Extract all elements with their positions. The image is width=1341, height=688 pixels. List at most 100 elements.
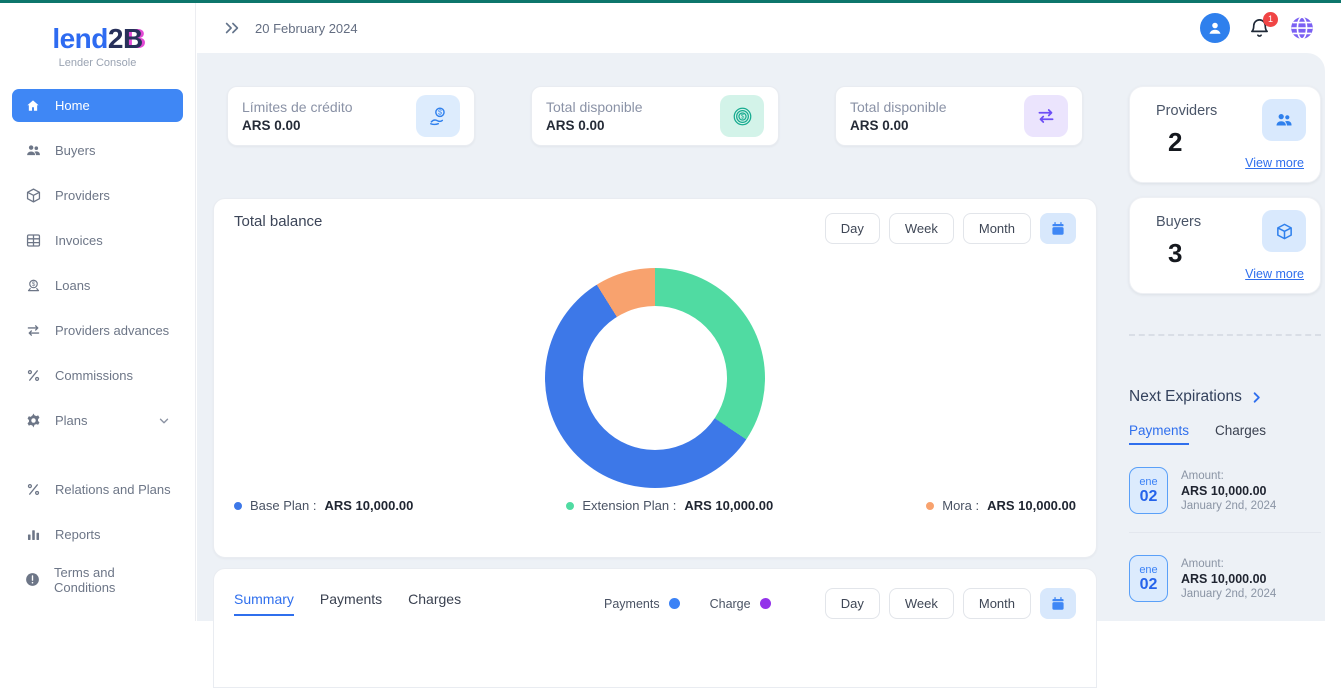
week-button[interactable]: Week <box>889 213 954 244</box>
top-accent-line <box>0 0 1341 3</box>
summary-cards-row: Límites de crédito ARS 0.00 $ Total disp… <box>227 86 1083 146</box>
card-value: ARS 0.00 <box>546 118 643 133</box>
sidebar-item-reports[interactable]: Reports <box>12 518 183 551</box>
next-expirations-label: Next Expirations <box>1129 388 1242 406</box>
card-value: ARS 0.00 <box>850 118 947 133</box>
dashed-divider <box>1129 334 1321 336</box>
sidebar-item-providers[interactable]: Providers <box>12 179 183 212</box>
sidebar-nav: Home Buyers Providers Invoices $ Loans P… <box>0 89 195 596</box>
week-button[interactable]: Week <box>889 588 954 619</box>
sidebar-item-terms-and-conditions[interactable]: Terms and Conditions <box>12 563 183 596</box>
legend-dot-icon <box>234 502 242 510</box>
month-button[interactable]: Month <box>963 588 1031 619</box>
legend-value: ARS 10,000.00 <box>684 498 773 513</box>
month-button[interactable]: Month <box>963 213 1031 244</box>
badge-day: 02 <box>1140 576 1158 594</box>
legend-label: Payments <box>604 597 660 611</box>
expiration-item[interactable]: ene 02 Amount: ARS 10,000.00 January 2nd… <box>1129 555 1321 602</box>
view-more-link[interactable]: View more <box>1245 156 1304 170</box>
chevron-right-icon <box>1249 390 1264 405</box>
next-expirations-title[interactable]: Next Expirations <box>1129 388 1321 406</box>
person-icon <box>1206 19 1224 37</box>
summary-range-buttons: Day Week Month <box>825 588 1076 619</box>
double-chevron-right-icon[interactable] <box>223 19 241 37</box>
divider <box>1129 532 1321 533</box>
day-button[interactable]: Day <box>825 213 880 244</box>
notifications-button[interactable]: 1 <box>1248 17 1271 40</box>
sidebar-item-invoices[interactable]: Invoices <box>12 224 183 257</box>
tab-payments[interactable]: Payments <box>1129 423 1189 445</box>
amount-label: Amount: <box>1181 470 1276 482</box>
credit-limits-card: Límites de crédito ARS 0.00 $ <box>227 86 475 146</box>
card-value: ARS 0.00 <box>242 118 353 133</box>
amount-value: ARS 10,000.00 <box>1181 572 1276 586</box>
payments-dot-icon <box>669 598 680 609</box>
expiration-date: January 2nd, 2024 <box>1181 500 1276 512</box>
view-more-link[interactable]: View more <box>1245 267 1304 281</box>
language-button[interactable] <box>1289 15 1315 41</box>
buyers-stat-card: Buyers 3 View more <box>1129 197 1321 294</box>
day-button[interactable]: Day <box>825 588 880 619</box>
logo-part-b: B <box>123 23 143 54</box>
sidebar-item-label: Loans <box>55 278 90 293</box>
sidebar-item-label: Buyers <box>55 143 95 158</box>
sidebar-item-loans[interactable]: $ Loans <box>12 269 183 302</box>
amount-label: Amount: <box>1181 558 1276 570</box>
sidebar-item-label: Terms and Conditions <box>54 565 171 595</box>
sidebar-item-label: Commissions <box>55 368 133 383</box>
expiration-item[interactable]: ene 02 Amount: ARS 10,000.00 January 2nd… <box>1129 467 1321 514</box>
sidebar-item-relations-and-plans[interactable]: Relations and Plans <box>12 473 183 506</box>
sidebar: lend2B Lender Console Home Buyers Provid… <box>0 3 196 621</box>
coins-icon: $ <box>720 95 764 137</box>
bar-chart-icon <box>24 526 42 543</box>
expiration-date: January 2nd, 2024 <box>1181 588 1276 600</box>
sidebar-item-buyers[interactable]: Buyers <box>12 134 183 167</box>
topbar: 20 February 2024 1 <box>197 3 1341 53</box>
date-badge: ene 02 <box>1129 467 1168 514</box>
sidebar-item-label: Plans <box>55 413 88 428</box>
content-area: Límites de crédito ARS 0.00 $ Total disp… <box>197 53 1325 621</box>
tab-charges[interactable]: Charges <box>1215 423 1266 445</box>
logo-subtitle: Lender Console <box>0 57 195 69</box>
card-label: Total disponible <box>546 99 643 115</box>
legend-label: Extension Plan : <box>582 498 676 513</box>
expirations-tabs: Payments Charges <box>1129 423 1321 445</box>
balance-legend: Base Plan : ARS 10,000.00 Extension Plan… <box>234 498 1076 513</box>
tab-payments[interactable]: Payments <box>320 591 382 616</box>
sidebar-item-home[interactable]: Home <box>12 89 183 122</box>
sidebar-item-label: Home <box>55 98 90 113</box>
hand-coin-icon: $ <box>416 95 460 137</box>
tab-charges[interactable]: Charges <box>408 591 461 616</box>
summary-chart-card: Summary Payments Charges Payments Charge <box>213 568 1097 688</box>
legend-label: Mora : <box>942 498 979 513</box>
sidebar-item-commissions[interactable]: Commissions <box>12 359 183 392</box>
card-label: Total disponible <box>850 99 947 115</box>
notification-badge: 1 <box>1263 12 1278 27</box>
total-balance-card: Total balance Day Week Month Base Plan :… <box>213 198 1097 558</box>
legend-dot-icon <box>566 502 574 510</box>
app-logo: lend2B <box>0 23 195 55</box>
balance-legend-item: Base Plan : ARS 10,000.00 <box>234 498 413 513</box>
summary-tabs: Summary Payments Charges <box>234 591 604 616</box>
sidebar-item-label: Providers <box>55 188 110 203</box>
svg-text:$: $ <box>740 113 744 120</box>
sidebar-item-providers-advances[interactable]: Providers advances <box>12 314 183 347</box>
badge-month: ene <box>1139 476 1157 488</box>
series-legend-charge: Charge <box>710 597 771 611</box>
sidebar-item-plans[interactable]: Plans <box>12 404 183 437</box>
tab-summary[interactable]: Summary <box>234 591 294 616</box>
badge-month: ene <box>1139 564 1157 576</box>
home-icon <box>24 98 42 114</box>
total-available-card-2: Total disponible ARS 0.00 <box>835 86 1083 146</box>
calendar-button[interactable] <box>1040 588 1076 619</box>
legend-dot-icon <box>926 502 934 510</box>
sidebar-item-label: Reports <box>55 527 101 542</box>
globe-icon <box>1289 15 1315 41</box>
charge-dot-icon <box>760 598 771 609</box>
logo-part-lend: lend <box>52 23 108 54</box>
calendar-button[interactable] <box>1040 213 1076 244</box>
svg-text:$: $ <box>437 108 441 116</box>
user-avatar[interactable] <box>1200 13 1230 43</box>
providers-stat-card: Providers 2 View more <box>1129 86 1321 183</box>
percent-icon <box>24 481 42 498</box>
